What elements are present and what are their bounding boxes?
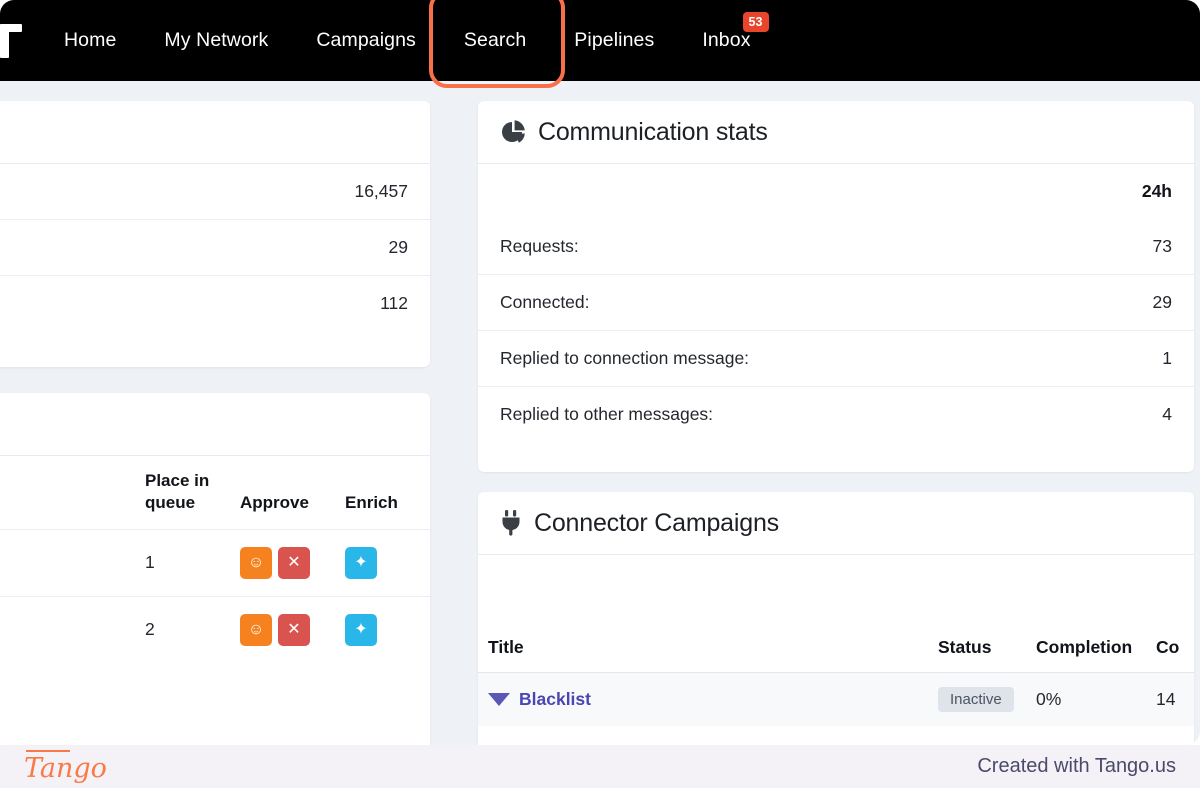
table-row: Wagstaff-mo 1 ☺ ✕ ✦ xyxy=(0,528,430,597)
screenshot-root: Home My Network Campaigns Search Pipelin… xyxy=(0,0,1200,788)
nav-item-pipelines[interactable]: Pipelines xyxy=(550,0,678,81)
magic-wand-icon[interactable]: ✦ xyxy=(345,546,377,579)
communication-stats-card: Communication stats 24h Requests: 73 Con… xyxy=(478,101,1194,472)
column-header-enrich: Enrich xyxy=(345,493,398,513)
actions-row-value: 29 xyxy=(120,219,430,276)
nav-item-my-network[interactable]: My Network xyxy=(140,0,292,81)
nav-item-home[interactable]: Home xyxy=(40,0,140,81)
stats-header-row: 24h xyxy=(478,164,1194,219)
tasks-card: asks e Place in queue Approve xyxy=(0,393,430,745)
stat-label-replied-other: Replied to other messages: xyxy=(478,386,1037,442)
pie-chart-icon xyxy=(500,119,526,145)
nav-item-campaigns[interactable]: Campaigns xyxy=(292,0,440,81)
tasks-card-header: asks xyxy=(0,393,430,455)
actions-card-header: ctions xyxy=(0,101,430,163)
connector-campaigns-card: Connector Campaigns Title Status Complet… xyxy=(478,492,1194,745)
task-name-cell: ard Kinsel xyxy=(0,595,135,663)
app-window: Home My Network Campaigns Search Pipelin… xyxy=(0,0,1200,745)
tango-footer: Tango Created with Tango.us xyxy=(0,745,1200,788)
campaigns-header-row: Title Status Completion Co xyxy=(478,623,1194,673)
connector-campaigns-title: Connector Campaigns xyxy=(534,508,779,537)
brand-logo-icon[interactable] xyxy=(0,24,22,58)
communication-stats-table: 24h Requests: 73 Connected: 29 Replied t… xyxy=(478,164,1194,442)
table-row: 112 xyxy=(0,275,430,331)
task-enrich-cell: ✦ xyxy=(335,595,430,663)
task-name-cell: Wagstaff-mo xyxy=(0,528,135,597)
task-approve-cell: ☺ ✕ xyxy=(230,528,335,597)
nav-item-inbox-label: Inbox xyxy=(702,29,751,51)
connector-campaigns-header: Connector Campaigns xyxy=(478,492,1194,554)
campaign-status-cell: Inactive xyxy=(928,672,1026,726)
campaigns-toolbar-spacer xyxy=(478,555,1194,623)
triangle-down-icon xyxy=(488,693,510,706)
task-queue-position: 1 xyxy=(135,528,230,597)
communication-stats-title: Communication stats xyxy=(538,117,768,146)
column-header-title[interactable]: Title xyxy=(478,623,928,673)
connector-campaigns-table: Title Status Completion Co Blacklist Ina… xyxy=(478,623,1194,726)
actions-table: s: 16,457 29 112 xyxy=(0,164,430,331)
column-header-place-in-queue: Place in queue xyxy=(145,471,210,513)
column-header-blank xyxy=(478,164,1036,219)
column-header-connections[interactable]: Co xyxy=(1146,623,1194,673)
communication-stats-header: Communication stats xyxy=(478,101,1194,163)
magic-wand-icon[interactable]: ✦ xyxy=(345,613,377,646)
table-row: ard Kinsel 2 ☺ ✕ ✦ xyxy=(0,595,430,663)
stat-value-replied-connection: 1 xyxy=(1036,330,1194,387)
logo-horizontal-stroke xyxy=(0,24,22,32)
actions-row-label xyxy=(0,275,120,331)
table-row: Replied to other messages: 4 xyxy=(478,386,1194,442)
stat-value-requests: 73 xyxy=(1152,236,1172,256)
campaign-connections-count: 14 xyxy=(1146,672,1194,726)
approve-button-group: ☺ ✕ xyxy=(240,613,325,646)
actions-row-value: 112 xyxy=(120,275,430,331)
table-row: Blacklist Inactive 0% 14 xyxy=(478,672,1194,726)
actions-row-label xyxy=(0,219,120,276)
tasks-table: e Place in queue Approve Enrich Wagstaff… xyxy=(0,456,430,663)
task-enrich-cell: ✦ xyxy=(335,528,430,597)
actions-row-label: s: xyxy=(0,164,120,220)
nav-item-inbox[interactable]: Inbox 53 xyxy=(678,0,774,81)
table-row: s: 16,457 xyxy=(0,164,430,220)
column-header-completion[interactable]: Completion xyxy=(1026,623,1146,673)
campaign-completion: 0% xyxy=(1026,672,1146,726)
dashboard-board: ctions s: 16,457 29 xyxy=(0,81,1200,745)
stat-label-requests: Requests: xyxy=(500,236,579,256)
inbox-unread-badge: 53 xyxy=(742,12,769,32)
stat-value-replied-other: 4 xyxy=(1036,386,1194,442)
smiley-icon[interactable]: ☺ xyxy=(240,613,272,646)
nav-items: Home My Network Campaigns Search Pipelin… xyxy=(40,0,775,81)
task-approve-cell: ☺ ✕ xyxy=(230,595,335,663)
close-icon[interactable]: ✕ xyxy=(278,546,310,579)
column-header-period: 24h xyxy=(1141,181,1172,201)
plug-icon xyxy=(500,510,522,536)
approve-button-group: ☺ ✕ xyxy=(240,546,325,579)
campaign-title-cell: Blacklist xyxy=(478,672,928,726)
stat-label-connected: Connected: xyxy=(478,274,1037,331)
actions-card: ctions s: 16,457 29 xyxy=(0,101,430,367)
column-header-approve: Approve xyxy=(240,493,309,513)
table-row: Requests: 73 xyxy=(478,219,1194,275)
stat-label-replied-connection: Replied to connection message: xyxy=(478,330,1037,387)
actions-row-value: 16,457 xyxy=(354,181,408,201)
tango-credit: Created with Tango.us xyxy=(977,755,1176,777)
campaign-title-link[interactable]: Blacklist xyxy=(488,689,918,710)
top-navigation-bar: Home My Network Campaigns Search Pipelin… xyxy=(0,0,1200,81)
task-queue-position: 2 xyxy=(135,595,230,663)
table-row: Replied to connection message: 1 xyxy=(478,330,1194,387)
nav-item-search[interactable]: Search xyxy=(440,0,550,81)
campaign-title-text: Blacklist xyxy=(519,689,591,709)
stat-value-connected: 29 xyxy=(1036,274,1194,331)
smiley-icon[interactable]: ☺ xyxy=(240,546,272,579)
tasks-table-header-row: e Place in queue Approve Enrich xyxy=(0,456,430,530)
table-row: Connected: 29 xyxy=(478,274,1194,331)
close-icon[interactable]: ✕ xyxy=(278,613,310,646)
column-header-status[interactable]: Status xyxy=(928,623,1026,673)
status-badge: Inactive xyxy=(938,687,1014,712)
column-header-name: e xyxy=(0,456,135,529)
tango-logo: Tango xyxy=(24,750,107,784)
table-row: 29 xyxy=(0,219,430,276)
